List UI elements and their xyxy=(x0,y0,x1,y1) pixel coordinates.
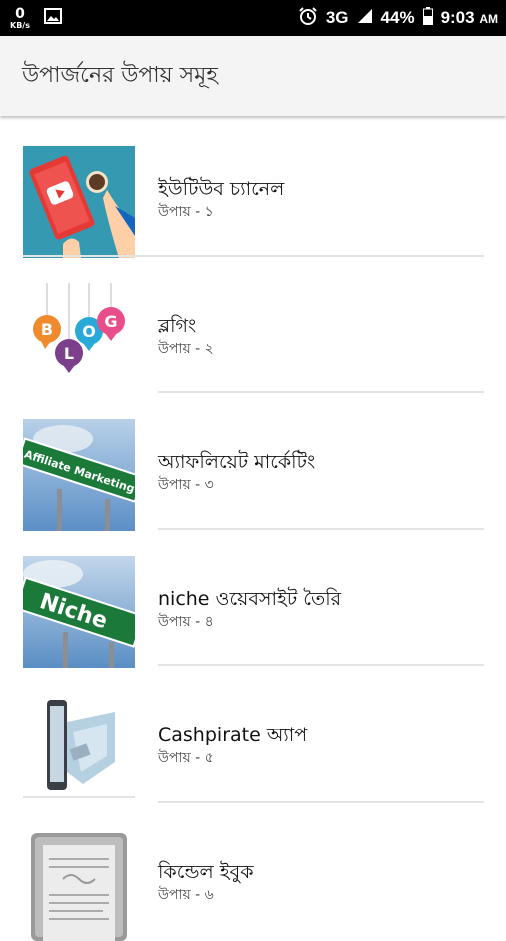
item-text: Cashpirate অ্যাপ উপায় - ৫ xyxy=(158,723,307,767)
item-title: ব্লগিং xyxy=(158,314,197,337)
phone-cash-image xyxy=(23,692,135,804)
item-title: অ্যাফলিয়েট মার্কেটিং xyxy=(158,451,316,473)
alarm-icon xyxy=(298,6,318,31)
niche-sign-image: Niche xyxy=(23,555,135,668)
svg-text:G: G xyxy=(104,312,117,331)
network-speed: 0 KB/s xyxy=(10,7,30,30)
item-title: Cashpirate অ্যাপ xyxy=(158,724,308,746)
item-title: ইউটিউব চ্যানেল xyxy=(158,178,285,200)
list-item[interactable]: B L O G ব্লগিং উপায় - ২ xyxy=(0,256,506,395)
methods-list: ইউটিউব চ্যানেল উপায় - ১ B L O G ব্লগিং … xyxy=(0,119,506,941)
status-right: 3G 44% 9:03 AM xyxy=(298,6,498,31)
list-item[interactable]: Cashpirate অ্যাপ উপায় - ৫ xyxy=(0,665,506,804)
net-speed-value: 0 xyxy=(15,5,25,22)
item-text: কিন্ডেল ইবুক উপায় - ৬ xyxy=(158,860,253,904)
svg-text:B: B xyxy=(41,320,53,339)
item-title: কিন্ডেল ইবুক xyxy=(158,860,254,883)
item-subtitle: উপায় - ৩ xyxy=(158,477,214,493)
item-text: ব্লগিং উপায় - ২ xyxy=(158,314,214,358)
clock-ampm: AM xyxy=(479,12,498,26)
svg-text:O: O xyxy=(82,322,96,341)
blog-bubbles-image: B L O G xyxy=(23,282,135,395)
item-text: অ্যাফলিয়েট মার্কেটিং উপায় - ৩ xyxy=(158,450,315,494)
list-item[interactable]: ইউটিউব চ্যানেল উপায় - ১ xyxy=(0,119,506,258)
item-subtitle: উপায় - ২ xyxy=(158,340,214,357)
item-subtitle: উপায় - ১ xyxy=(158,204,214,220)
list-item[interactable]: কিন্ডেল ইবুক উপায় - ৬ xyxy=(0,802,506,941)
net-speed-unit: KB/s xyxy=(10,20,30,30)
item-text: niche ওয়েবসাইট তৈরি উপায় - ৪ xyxy=(158,587,341,631)
signal-icon xyxy=(357,8,373,29)
status-left: 0 KB/s xyxy=(10,7,62,30)
item-subtitle: উপায় - ৬ xyxy=(158,886,214,903)
clock: 9:03 AM xyxy=(441,8,498,28)
battery-icon xyxy=(422,6,433,30)
list-item[interactable]: Affiliate Marketing অ্যাফলিয়েট মার্কেটি… xyxy=(0,392,506,531)
kindle-ereader-image xyxy=(23,828,135,941)
svg-text:L: L xyxy=(64,344,74,363)
app-bar: উপার্জনের উপায় সমূহ xyxy=(0,36,506,116)
affiliate-marketing-sign-image: Affiliate Marketing xyxy=(23,419,135,531)
item-title: niche ওয়েবসাইট তৈরি xyxy=(158,587,342,610)
battery-percent: 44% xyxy=(380,8,415,27)
status-bar: 0 KB/s 3G 44% 9:03 AM xyxy=(0,0,506,36)
page-title: উপার্জনের উপায় সমূহ xyxy=(22,62,218,88)
item-text: ইউটিউব চ্যানেল উপায় - ১ xyxy=(158,177,284,221)
clock-time: 9:03 xyxy=(440,8,475,27)
image-icon xyxy=(43,8,62,28)
item-subtitle: উপায় - ৪ xyxy=(158,613,214,630)
list-item[interactable]: Niche niche ওয়েবসাইট তৈরি উপায় - ৪ xyxy=(0,529,506,668)
youtube-tablet-image xyxy=(23,146,135,258)
item-subtitle: উপায় - ৫ xyxy=(158,750,214,766)
network-type: 3G xyxy=(325,8,349,27)
